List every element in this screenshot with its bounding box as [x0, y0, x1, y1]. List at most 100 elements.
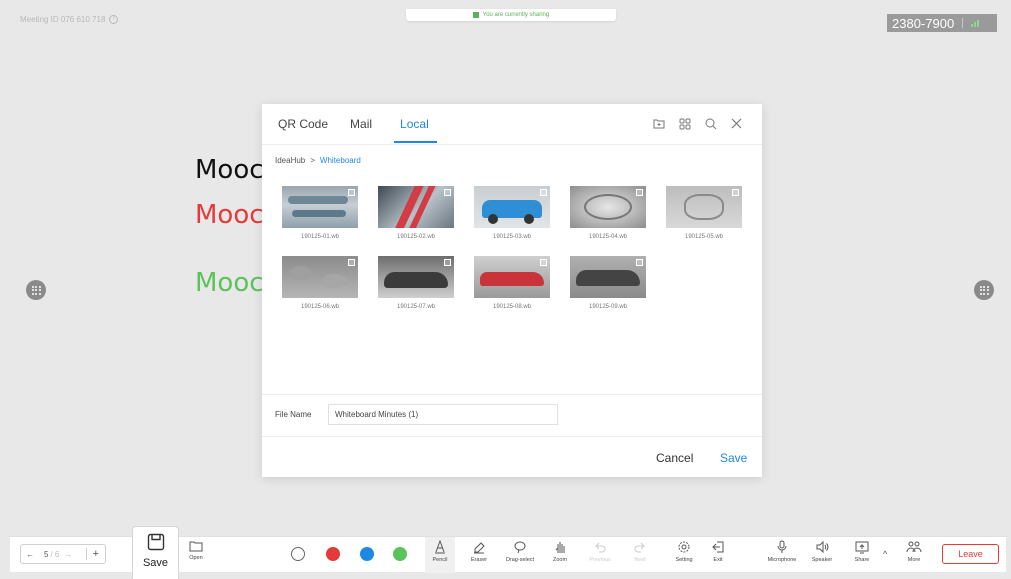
pencil-icon — [435, 540, 445, 554]
close-icon[interactable] — [729, 116, 744, 131]
current-page: 5 — [44, 549, 49, 559]
pencil-button[interactable]: Pencil — [420, 540, 460, 563]
share-button[interactable]: Share — [842, 540, 882, 563]
file-thumbnail — [282, 186, 358, 228]
participants-icon — [906, 541, 922, 553]
pencil-label: Pencil — [432, 557, 448, 563]
more-button[interactable]: More — [894, 540, 934, 563]
checkbox-icon[interactable] — [444, 259, 451, 266]
lasso-icon — [514, 541, 526, 554]
previous-label: Previous — [589, 557, 611, 563]
file-name: 190125-07.wb — [396, 304, 436, 310]
color-red[interactable] — [326, 547, 340, 561]
checkbox-icon[interactable] — [636, 259, 643, 266]
tab-local[interactable]: Local — [394, 117, 437, 143]
file-item[interactable]: 190125-03.wb — [474, 186, 550, 240]
search-icon[interactable] — [703, 116, 718, 131]
file-item[interactable]: 190125-02.wb — [378, 186, 454, 240]
color-green[interactable] — [393, 547, 407, 561]
left-menu-button[interactable] — [26, 280, 46, 300]
breadcrumb-current: Whiteboard — [319, 156, 361, 165]
checkbox-icon[interactable] — [444, 189, 451, 196]
divider — [262, 436, 762, 437]
drag-select-button[interactable]: Drag-select — [500, 540, 540, 563]
checkbox-icon[interactable] — [348, 189, 355, 196]
exit-icon — [712, 541, 724, 553]
sharing-icon — [472, 12, 479, 18]
speaker-label: Speaker — [811, 557, 833, 563]
checkbox-icon[interactable] — [540, 189, 547, 196]
color-white[interactable] — [291, 547, 305, 561]
previous-button[interactable]: Previous — [580, 540, 620, 563]
color-blue[interactable] — [360, 547, 374, 561]
next-page-button[interactable]: → — [59, 550, 77, 559]
microphone-icon — [777, 540, 787, 553]
redo-icon — [634, 542, 645, 553]
exit-button[interactable]: Exit — [698, 540, 738, 563]
tab-mail[interactable]: Mail — [350, 117, 372, 143]
divider — [962, 18, 964, 28]
chevron-up-icon[interactable]: ^ — [883, 549, 887, 559]
file-thumbnail — [666, 186, 742, 228]
save-toolbar-button[interactable]: Save — [132, 526, 179, 579]
setting-label: Setting — [675, 557, 693, 563]
chevron-right-icon: > — [310, 156, 315, 165]
sharing-text: You are currently sharing — [482, 12, 550, 18]
cancel-button[interactable]: Cancel — [656, 451, 693, 465]
dialog-tabs: QR Code Mail Local — [278, 117, 437, 143]
file-item[interactable]: 190125-07.wb — [378, 256, 454, 310]
add-page-button[interactable]: + — [85, 548, 105, 560]
room-number-badge: 2380-7900 — [887, 14, 997, 32]
microphone-button[interactable]: Microphone — [762, 540, 802, 563]
file-thumbnail — [570, 256, 646, 298]
eraser-icon — [474, 542, 485, 554]
prev-page-button[interactable]: ← — [21, 550, 39, 559]
speaker-button[interactable]: Speaker — [802, 540, 842, 563]
file-name-input[interactable]: Whiteboard Minutes (1) — [328, 404, 558, 425]
next-button[interactable]: Next — [620, 540, 660, 563]
breadcrumb-root[interactable]: IdeaHub — [275, 156, 305, 165]
file-thumbnail — [474, 186, 550, 228]
file-name: 190125-02.wb — [396, 234, 436, 240]
signal-icon — [971, 19, 980, 27]
save-button[interactable]: Save — [720, 451, 747, 465]
meeting-id-text: Meeting ID 076 610 718 — [20, 15, 106, 24]
file-item[interactable]: 190125-04.wb — [570, 186, 646, 240]
file-thumbnail — [474, 256, 550, 298]
hand-icon — [555, 542, 565, 553]
share-screen-icon — [855, 541, 869, 554]
zoom-button[interactable]: Zoom — [540, 540, 580, 563]
whiteboard-text-black: Mooc — [195, 155, 264, 185]
leave-button[interactable]: Leave — [942, 544, 999, 564]
file-name: 190125-03.wb — [492, 234, 532, 240]
file-item[interactable]: 190125-09.wb — [570, 256, 646, 310]
file-item[interactable]: 190125-08.wb — [474, 256, 550, 310]
file-item[interactable]: 190125-01.wb — [282, 186, 358, 240]
checkbox-icon[interactable] — [732, 189, 739, 196]
file-grid: 190125-01.wb 190125-02.wb 190125-03.wb 1… — [282, 186, 742, 310]
exit-label: Exit — [713, 557, 723, 563]
room-number: 2380-7900 — [892, 15, 955, 31]
save-toolbar-label: Save — [142, 557, 169, 569]
file-name: 190125-09.wb — [588, 304, 628, 310]
checkbox-icon[interactable] — [540, 259, 547, 266]
right-menu-button[interactable] — [974, 280, 994, 300]
new-folder-icon[interactable] — [651, 116, 666, 131]
save-dialog: QR Code Mail Local IdeaHub > Whiteboard — [262, 104, 762, 477]
checkbox-icon[interactable] — [348, 259, 355, 266]
zoom-label: Zoom — [552, 557, 568, 563]
file-name: 190125-06.wb — [300, 304, 340, 310]
file-name: 190125-04.wb — [588, 234, 628, 240]
grid-view-icon[interactable] — [677, 116, 692, 131]
tab-qr-code[interactable]: QR Code — [278, 117, 328, 143]
file-item[interactable]: 190125-06.wb — [282, 256, 358, 310]
page-navigator: ← 5 / 6 → + — [20, 544, 106, 564]
open-button[interactable]: Open — [176, 540, 216, 561]
apps-icon — [979, 285, 989, 295]
eraser-button[interactable]: Eraser — [459, 540, 499, 563]
more-label: More — [907, 557, 921, 563]
info-icon[interactable]: i — [109, 15, 119, 24]
file-thumbnail — [282, 256, 358, 298]
checkbox-icon[interactable] — [636, 189, 643, 196]
file-item[interactable]: 190125-05.wb — [666, 186, 742, 240]
